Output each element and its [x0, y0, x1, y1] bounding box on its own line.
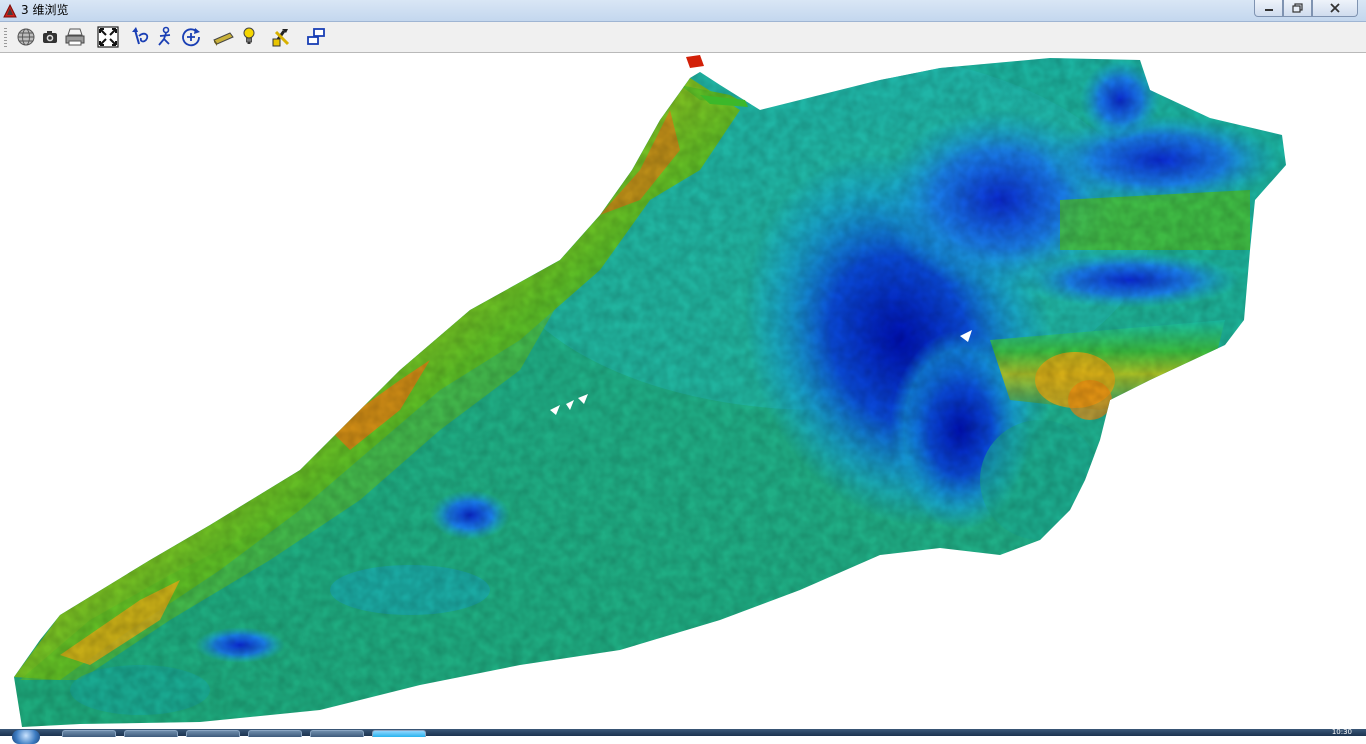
walk-button[interactable]: [153, 25, 177, 49]
zoom-button[interactable]: [179, 25, 203, 49]
window-title: 3 维浏览: [21, 3, 69, 17]
minimize-icon: [1264, 9, 1273, 11]
rotate-button[interactable]: [129, 25, 153, 49]
full-extent-button[interactable]: [96, 25, 120, 49]
tools-icon: [272, 29, 290, 47]
terrain-surface[interactable]: [0, 53, 1366, 729]
full-extent-icon: [97, 26, 119, 48]
surface-button[interactable]: [211, 25, 235, 49]
window-layout-icon: [307, 28, 325, 45]
minimize-button[interactable]: [1254, 0, 1283, 17]
camera-button[interactable]: [38, 25, 62, 49]
surface-plate-icon: [213, 32, 234, 46]
globe-icon: [17, 28, 35, 46]
light-button[interactable]: [237, 25, 261, 49]
camera-icon: [43, 31, 57, 43]
layout-button[interactable]: [304, 25, 328, 49]
title-bar: 3 维浏览: [0, 0, 1366, 22]
close-icon: [1330, 3, 1340, 13]
red-triangle-app-icon: [3, 3, 17, 18]
taskbar: 10:30: [0, 728, 1366, 744]
close-button[interactable]: [1312, 0, 1358, 17]
printer-icon: [65, 28, 85, 46]
zoom-target-icon: [182, 28, 200, 47]
restore-button[interactable]: [1283, 0, 1312, 17]
print-button[interactable]: [63, 25, 87, 49]
walk-icon: [158, 26, 171, 46]
start-button[interactable]: [12, 730, 40, 744]
tray-clock: 10:30: [1331, 728, 1352, 736]
3d-viewport[interactable]: [0, 53, 1366, 729]
lightbulb-icon: [243, 27, 255, 44]
restore-icon: [1292, 3, 1303, 13]
window-controls: [1254, 0, 1358, 17]
toolbar: [0, 22, 1366, 53]
toolbar-grip[interactable]: [4, 28, 7, 48]
rotate-icon: [132, 27, 149, 45]
globe-button[interactable]: [14, 25, 38, 49]
tools-button[interactable]: [270, 25, 294, 49]
